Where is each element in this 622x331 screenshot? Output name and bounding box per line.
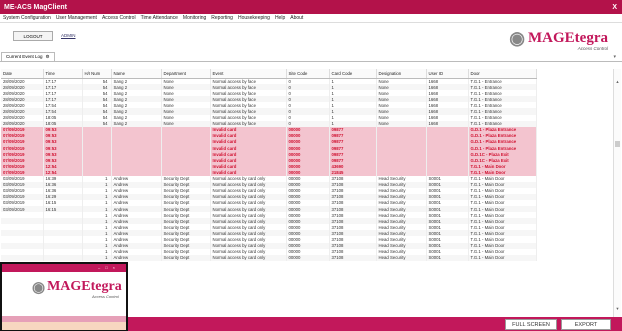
- column-header[interactable]: H/I Num: [82, 69, 112, 79]
- table-cell: Head Security: [376, 254, 427, 261]
- secondary-window-preview[interactable]: –□× ◉ MAGEtegra Access Control: [0, 262, 128, 331]
- table-cell: 1: [82, 254, 112, 261]
- scroll-down-icon[interactable]: ▼: [614, 306, 621, 311]
- vertical-scrollbar[interactable]: ▲ ▼: [613, 69, 621, 317]
- column-header[interactable]: Designation: [376, 69, 427, 79]
- menu-item-time-attendance[interactable]: Time Attendance: [141, 15, 178, 21]
- column-header[interactable]: User ID: [426, 69, 469, 79]
- app-title: ME-ACS MagClient: [4, 3, 67, 11]
- table-cell: T.G.1 - Main Door: [468, 254, 537, 261]
- menu-item-user-management[interactable]: User Management: [56, 15, 97, 21]
- menu-item-help[interactable]: Help: [275, 15, 285, 21]
- column-header[interactable]: Event: [210, 69, 287, 79]
- column-header[interactable]: Site Code: [286, 69, 330, 79]
- logo-mark-icon: ◉: [509, 27, 526, 48]
- event-log-table: Date Time H/I Num Name Department Event Site C…: [1, 69, 537, 261]
- logout-button[interactable]: LOGOUT: [13, 31, 53, 41]
- title-bar: ME-ACS MagClient X: [0, 0, 622, 14]
- table-cell: Security Dept: [161, 254, 211, 261]
- menu-bar: System Configuration User Management Acc…: [0, 14, 622, 23]
- tab-current-event-log[interactable]: Current Event Log ⚙: [1, 52, 55, 61]
- preview-content-area: [2, 322, 126, 330]
- full-screen-button[interactable]: FULL SCREEN: [505, 319, 557, 330]
- preview-logo-mark-icon: ◉: [32, 279, 46, 296]
- table-header-row: Date Time H/I Num Name Department Event Site C…: [1, 69, 537, 79]
- brand-logo: ◉ MAGEtegra Access Control: [509, 25, 608, 52]
- table-cell: Normal access by card only: [210, 254, 287, 261]
- scroll-up-icon[interactable]: ▲: [614, 79, 621, 84]
- export-button[interactable]: EXPORT: [561, 319, 611, 330]
- scroll-thumb[interactable]: [615, 141, 620, 147]
- settings-icon[interactable]: ⚙: [46, 54, 50, 60]
- tab-dropdown-icon[interactable]: ▾: [613, 54, 616, 60]
- logo-subtitle: Access Control: [577, 46, 608, 51]
- table-cell: Andrew: [111, 254, 162, 261]
- column-header[interactable]: Date: [1, 69, 44, 79]
- column-header[interactable]: Time: [43, 69, 83, 79]
- user-link[interactable]: ADMIN: [61, 33, 76, 38]
- logo-text: MAGEtegra: [528, 29, 608, 46]
- table-body: 28/09/2020 17:17 54 Sang 2 None Normal access…: [1, 78, 537, 261]
- table-cell: 37108: [329, 254, 377, 261]
- menu-item-system-configuration[interactable]: System Configuration: [3, 15, 51, 21]
- table-cell: S0001: [426, 254, 469, 261]
- menu-item-about[interactable]: About: [290, 15, 303, 21]
- preview-logo-subtitle: Access Control: [92, 294, 119, 299]
- table-row[interactable]: 1 Andrew Security Dept Normal access by car…: [1, 254, 537, 261]
- close-icon[interactable]: X: [612, 4, 617, 11]
- menu-item-reporting[interactable]: Reporting: [211, 15, 233, 21]
- column-header[interactable]: Department: [161, 69, 211, 79]
- preview-window-controls-icon[interactable]: –□×: [98, 265, 120, 270]
- menu-item-monitoring[interactable]: Monitoring: [183, 15, 206, 21]
- table-cell: 00000: [286, 254, 330, 261]
- column-header[interactable]: Name: [111, 69, 162, 79]
- menu-item-access-control[interactable]: Access Control: [102, 15, 136, 21]
- menu-item-housekeeping[interactable]: Housekeeping: [238, 15, 270, 21]
- column-header[interactable]: Card Code: [329, 69, 377, 79]
- tab-strip: Current Event Log ⚙ ▾: [0, 52, 622, 62]
- preview-logo-text: MAGEtegra: [47, 279, 122, 294]
- table-cell: [1, 254, 44, 261]
- table-cell: [43, 254, 83, 261]
- column-header[interactable]: Door: [468, 69, 537, 79]
- toolbar: LOGOUT ADMIN ◉ MAGEtegra Access Control: [0, 23, 622, 53]
- tab-label: Current Event Log: [6, 54, 43, 59]
